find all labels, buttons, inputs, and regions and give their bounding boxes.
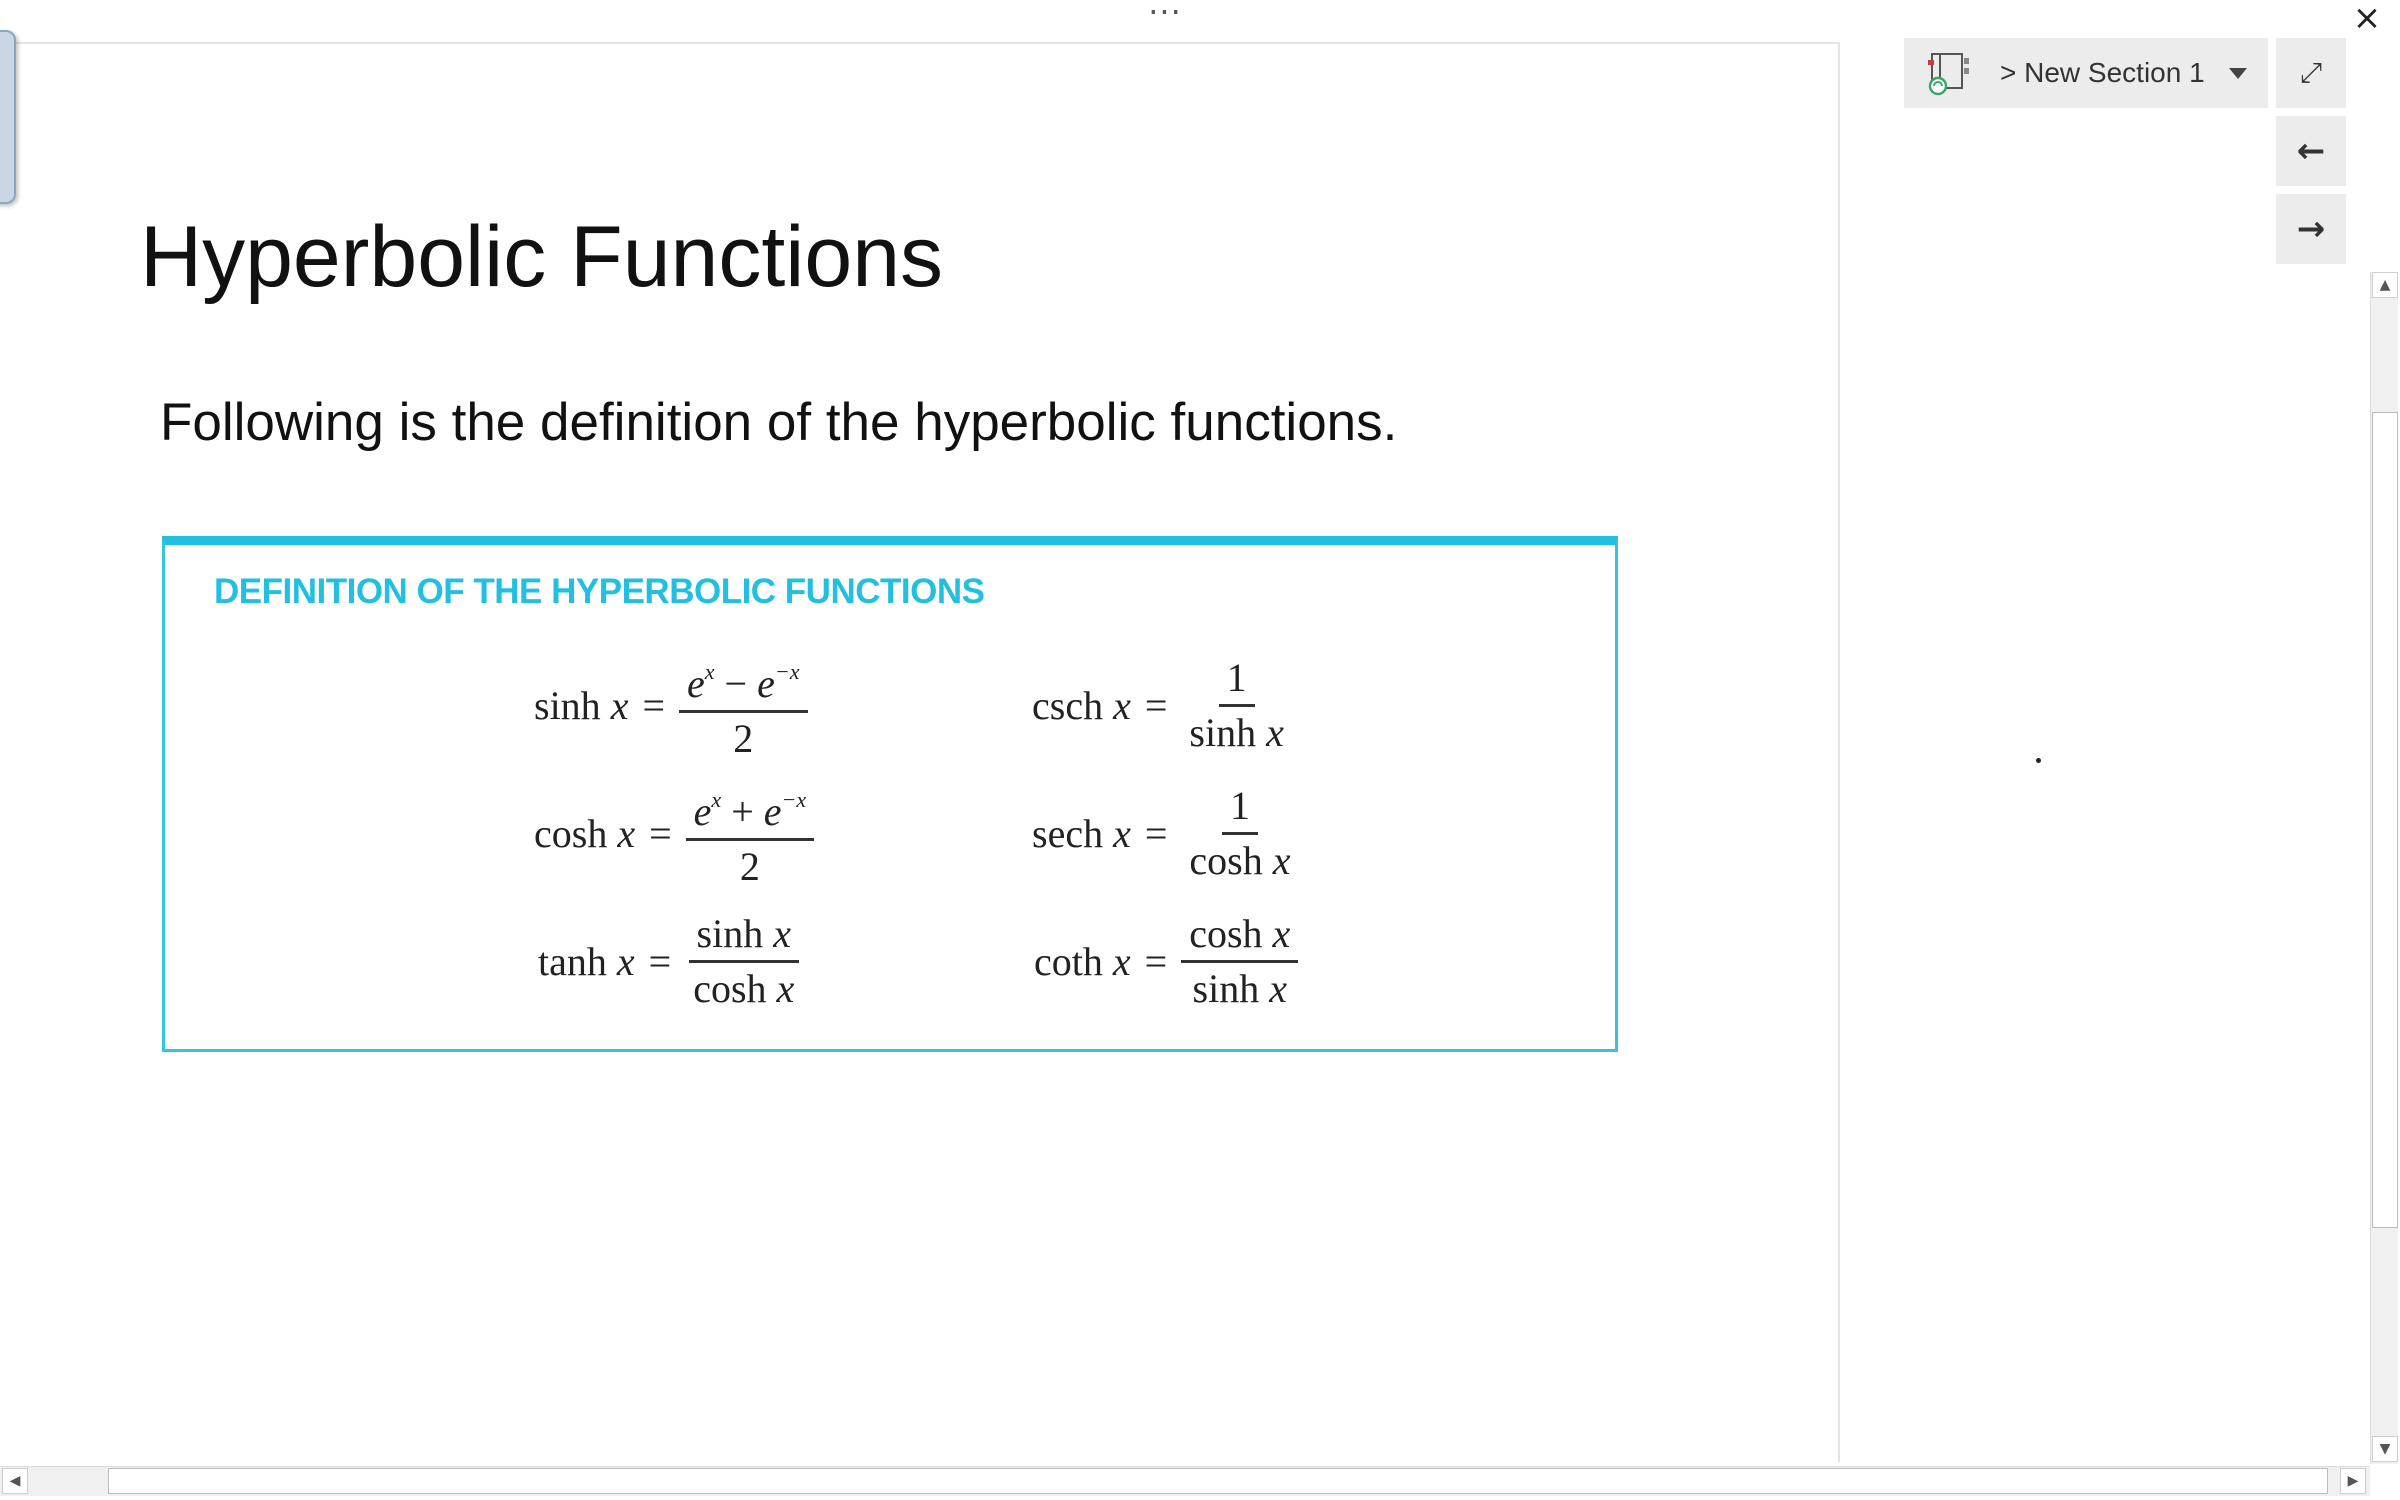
var: x [1272,837,1291,883]
section-navigator[interactable]: > New Section 1 [1904,38,2268,108]
denominator: cosh x [685,963,802,1015]
intro-text: Following is the definition of the hyper… [160,393,1398,452]
function-name: tanh [538,938,617,984]
fraction: ex + e−x 2 [685,774,815,893]
base: e [757,660,775,706]
close-window-button[interactable]: × [2346,0,2388,38]
numerator: ex − e−x [679,646,808,713]
numerator: sinh x [688,908,799,963]
scroll-down-icon[interactable]: ▼ [2372,1436,2398,1462]
scroll-right-icon[interactable]: ▶ [2340,1468,2366,1494]
page-title: Hyperbolic Functions [140,209,944,305]
fn: cosh [693,965,777,1011]
denominator: cosh x [1181,835,1298,887]
fraction: sinh x cosh x [685,908,802,1015]
ink-dot [2036,758,2041,763]
var: x [1272,910,1291,956]
equals-sign: = [649,810,672,856]
function-name: sech [1032,810,1114,856]
exponent: −x [774,658,800,684]
formula-coth: coth x = cosh x sinh x [1034,906,1299,1016]
equals-sign: = [1144,938,1168,984]
notebook-sync-icon [1928,53,1969,96]
base: e [763,788,782,834]
exponent: x [711,786,722,812]
chevron-down-icon[interactable] [2228,67,2247,79]
function-variable: x [1113,810,1131,856]
fn: cosh [1189,910,1273,956]
function-name: coth [1034,938,1113,984]
vertical-scroll-thumb[interactable] [2372,412,2398,1228]
var: x [773,910,791,956]
denominator: 2 [739,843,760,889]
formula-sinh: sinh x = ex − e−x 2 [534,650,808,761]
scroll-left-icon[interactable]: ◀ [2,1468,28,1494]
var: x [776,965,795,1011]
exponent: −x [781,786,807,812]
back-button[interactable]: ← [2276,116,2346,186]
base: e [693,788,712,834]
denominator: sinh x [1185,963,1295,1015]
function-name: csch [1032,682,1114,728]
function-variable: x [617,810,636,856]
section-label[interactable]: > New Section 1 [2000,57,2205,89]
collapsed-nav-tab[interactable] [0,30,16,204]
forward-button[interactable]: → [2276,194,2346,264]
function-variable: x [1113,682,1131,728]
operator: + [721,788,764,834]
definition-heading: DEFINITION OF THE HYPERBOLIC FUNCTIONS [214,572,985,611]
numerator: 1 [1218,652,1255,707]
definition-box [162,536,1618,1052]
formula-csch: csch x = 1 sinh x [1032,650,1292,760]
denominator: sinh x [1181,707,1291,759]
numerator: 1 [1221,780,1258,835]
equals-sign: = [648,938,672,984]
var: x [1269,965,1287,1011]
exponent: x [704,658,715,684]
fraction: 1 sinh x [1181,652,1291,759]
function-name: sinh [534,682,611,728]
fn: sinh [1189,709,1267,755]
function-variable: x [1112,938,1131,984]
equals-sign: = [642,682,666,728]
equals-sign: = [1144,682,1168,728]
expand-button[interactable]: ⤢ [2276,38,2346,108]
function-variable: x [616,938,635,984]
formula-sech: sech x = 1 cosh x [1032,778,1299,888]
function-variable: x [610,682,629,728]
operator: − [714,660,758,706]
equals-sign: = [1144,810,1168,856]
base: e [687,660,705,706]
horizontal-scroll-thumb[interactable] [108,1468,2328,1494]
scroll-up-icon[interactable]: ▲ [2372,272,2398,298]
fraction: cosh x sinh x [1181,908,1299,1015]
var: x [1266,709,1284,755]
fn: cosh [1189,837,1273,883]
function-name: cosh [534,810,618,856]
numerator: ex + e−x [685,774,815,841]
formula-tanh: tanh x = sinh x cosh x [538,906,802,1016]
denominator: 2 [733,715,754,761]
fraction: 1 cosh x [1181,780,1298,887]
fn: sinh [1192,965,1270,1011]
more-options-icon[interactable]: ··· [1130,0,1200,30]
fn: sinh [696,910,774,956]
numerator: cosh x [1181,908,1299,963]
formula-cosh: cosh x = ex + e−x 2 [534,778,815,889]
fraction: ex − e−x 2 [679,646,808,765]
